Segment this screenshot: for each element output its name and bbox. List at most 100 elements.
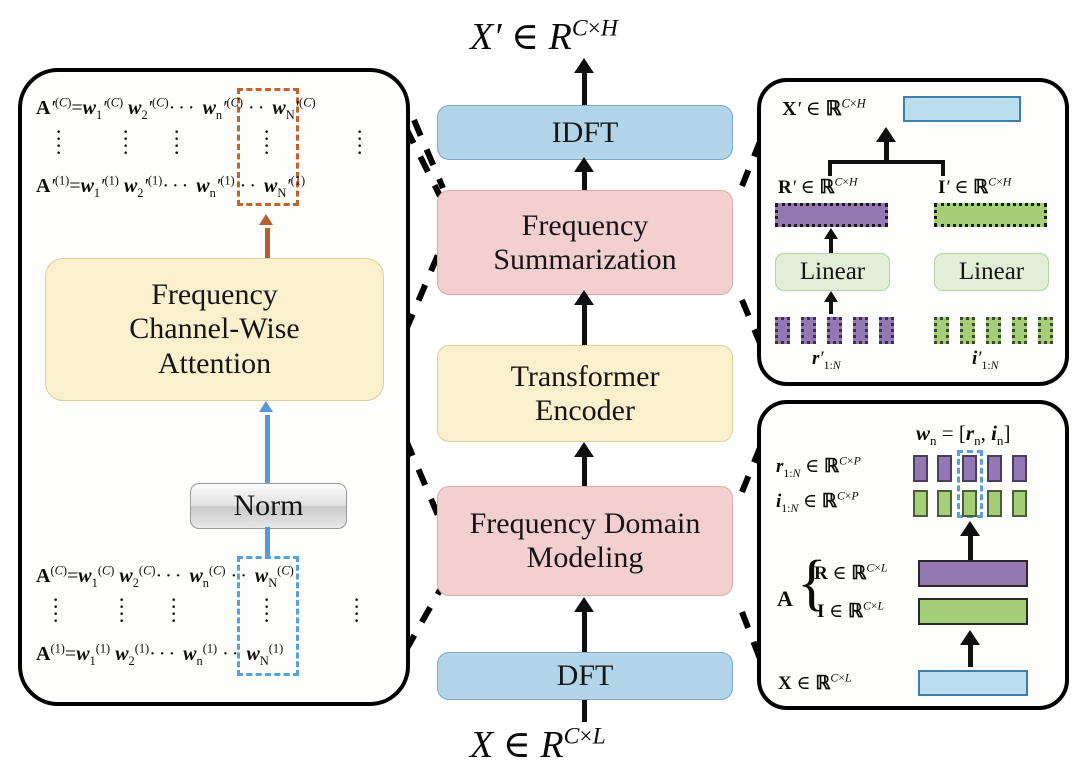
block-frequency-channel-wise-attention[interactable]: Frequency Channel-Wise Attention bbox=[45, 258, 384, 401]
br-R-label: R ∈ ℝC×L bbox=[814, 561, 888, 584]
tr-merge-vline-right bbox=[941, 160, 945, 176]
arrow-attention-output bbox=[265, 228, 270, 262]
arrow-attention-output-head bbox=[259, 214, 273, 225]
br-r-chip-3 bbox=[962, 455, 977, 482]
tr-arrow-rseq-linear-head bbox=[824, 291, 838, 302]
arrow-fdm-te-head bbox=[574, 442, 594, 457]
vdots-in-3: · · · · bbox=[170, 587, 178, 633]
tr-imag-seq-label: i′1:N bbox=[972, 348, 999, 372]
output-tensor-label: X′ ∈ RC×H bbox=[470, 15, 618, 58]
br-i-chip-3 bbox=[962, 490, 977, 517]
figure-root: X′ ∈ RC×H X ∈ RC×L IDFT Frequency Summar… bbox=[0, 0, 1080, 782]
arrow-norm-attention bbox=[265, 415, 270, 483]
arrow-fdm-te bbox=[582, 455, 587, 486]
br-i-chip-1 bbox=[913, 490, 928, 517]
tr-arrow-merge bbox=[884, 140, 889, 162]
tr-imag-chip-3 bbox=[986, 317, 1001, 344]
block-dft[interactable]: DFT bbox=[437, 652, 733, 700]
tr-imag-bar bbox=[934, 203, 1047, 227]
vdots-out-1: · · · · bbox=[55, 119, 63, 165]
tr-imag-chip-4 bbox=[1012, 317, 1027, 344]
br-X-label: X ∈ ℝC×L bbox=[778, 671, 852, 694]
vdots-in-4: · · · · bbox=[263, 587, 271, 633]
output-matrix-row-top: A′(C)=w1′(C) w2′(C)··· wn′(C) ·· wN′(C) bbox=[36, 95, 316, 122]
block-frequency-summarization[interactable]: Frequency Summarization bbox=[437, 190, 733, 295]
br-arrow-dft-head bbox=[960, 630, 980, 645]
block-idft-label: IDFT bbox=[551, 115, 619, 149]
block-frequency-domain-modeling[interactable]: Frequency Domain Modeling bbox=[437, 486, 733, 596]
arrow-idft-out-head bbox=[574, 58, 594, 73]
tr-real-chip-1 bbox=[775, 317, 790, 344]
arrow-dft-fdm bbox=[582, 610, 587, 652]
block-frequency-domain-modeling-label: Frequency Domain Modeling bbox=[469, 507, 701, 574]
tr-imag-linear[interactable]: Linear bbox=[934, 253, 1049, 291]
vdots-out-4: · · · · bbox=[263, 119, 271, 165]
arrow-norm-attention-head bbox=[259, 401, 273, 412]
input-tensor-label: X ∈ RC×L bbox=[470, 723, 606, 766]
arrow-idft-out bbox=[582, 72, 587, 105]
arrow-dft-fdm-head bbox=[574, 597, 594, 612]
tr-imag-chip-1 bbox=[934, 317, 949, 344]
block-transformer-encoder[interactable]: Transformer Encoder bbox=[437, 345, 733, 442]
input-matrix-row-top: A(C)=w1(C) w2(C)··· wn(C) ·· wN(C) bbox=[36, 563, 294, 590]
arrow-te-fs-head bbox=[574, 290, 594, 305]
arrow-fs-idft bbox=[582, 170, 587, 190]
br-r-chip-4 bbox=[987, 455, 1002, 482]
tr-real-linear-label: Linear bbox=[799, 258, 866, 285]
vdots-out-2: · · · · bbox=[122, 119, 130, 165]
tr-merge-hline bbox=[828, 160, 945, 164]
tr-arrow-real-linear-head bbox=[824, 228, 838, 239]
br-I-bar bbox=[918, 598, 1028, 625]
tr-real-chip-5 bbox=[879, 317, 894, 344]
block-norm[interactable]: Norm bbox=[190, 483, 347, 529]
tr-real-chip-3 bbox=[827, 317, 842, 344]
br-I-label: I ∈ ℝC×L bbox=[817, 599, 885, 622]
block-dft-label: DFT bbox=[556, 659, 614, 693]
vdots-in-1: · · · · bbox=[52, 587, 60, 633]
br-i-chip-5 bbox=[1012, 490, 1027, 517]
arrow-in-dft bbox=[582, 700, 587, 722]
block-frequency-summarization-label: Frequency Summarization bbox=[493, 208, 677, 276]
tr-real-linear[interactable]: Linear bbox=[775, 253, 890, 291]
block-norm-label: Norm bbox=[233, 489, 304, 522]
arrow-fs-idft-head bbox=[574, 157, 594, 172]
tr-real-label: R′ ∈ ℝC×H bbox=[778, 175, 858, 198]
block-fcwa-label: Frequency Channel-Wise Attention bbox=[129, 278, 300, 380]
tr-imag-label: I′ ∈ ℝC×H bbox=[938, 175, 1012, 198]
tr-output-label: X′ ∈ ℝC×H bbox=[782, 96, 866, 120]
vdots-in-5: · · · · bbox=[353, 587, 361, 633]
br-arrow-split-head bbox=[960, 521, 980, 536]
arrow-input-norm bbox=[265, 527, 270, 557]
tr-arrow-real-linear bbox=[829, 238, 833, 254]
tr-real-seq-label: r′1:N bbox=[812, 348, 841, 372]
br-i-chip-2 bbox=[937, 490, 952, 517]
br-i-label: i1:N ∈ ℝC×P bbox=[776, 489, 859, 515]
output-matrix-row-bottom: A′(1)=w1′(1) w2′(1)··· wn′(1) ·· wN′(1) bbox=[36, 173, 306, 200]
tr-imag-chip-2 bbox=[960, 317, 975, 344]
tr-arrow-rseq-linear bbox=[829, 300, 833, 314]
br-R-bar bbox=[918, 560, 1028, 587]
br-r-chip-2 bbox=[937, 455, 952, 482]
tr-merge-vline-left bbox=[828, 160, 832, 176]
tr-real-chip-2 bbox=[801, 317, 816, 344]
br-arrow-split bbox=[968, 534, 973, 560]
vdots-in-2: · · · · bbox=[118, 587, 126, 633]
arrow-te-fs bbox=[582, 303, 587, 345]
vdots-out-5: · · · · bbox=[356, 119, 364, 165]
tr-real-bar bbox=[775, 203, 888, 227]
br-i-chip-4 bbox=[987, 490, 1002, 517]
br-r-chip-5 bbox=[1012, 455, 1027, 482]
input-matrix-row-bottom: A(1)=w1(1) w2(1)··· wn(1) ·· wN(1) bbox=[36, 641, 284, 668]
tr-arrow-merge-head bbox=[876, 127, 896, 142]
br-X-bar bbox=[918, 670, 1028, 696]
br-r-chip-1 bbox=[913, 455, 928, 482]
tr-imag-linear-label: Linear bbox=[958, 258, 1025, 285]
br-token-definition: wn = [rn, in] bbox=[916, 421, 1011, 449]
br-r-label: r1:N ∈ ℝC×P bbox=[776, 454, 861, 480]
block-transformer-encoder-label: Transformer Encoder bbox=[510, 359, 660, 427]
tr-real-chip-4 bbox=[853, 317, 868, 344]
block-idft[interactable]: IDFT bbox=[437, 105, 733, 160]
tr-output-bar bbox=[903, 96, 1021, 122]
vdots-out-3: · · · · bbox=[173, 119, 181, 165]
br-arrow-dft bbox=[968, 643, 973, 667]
